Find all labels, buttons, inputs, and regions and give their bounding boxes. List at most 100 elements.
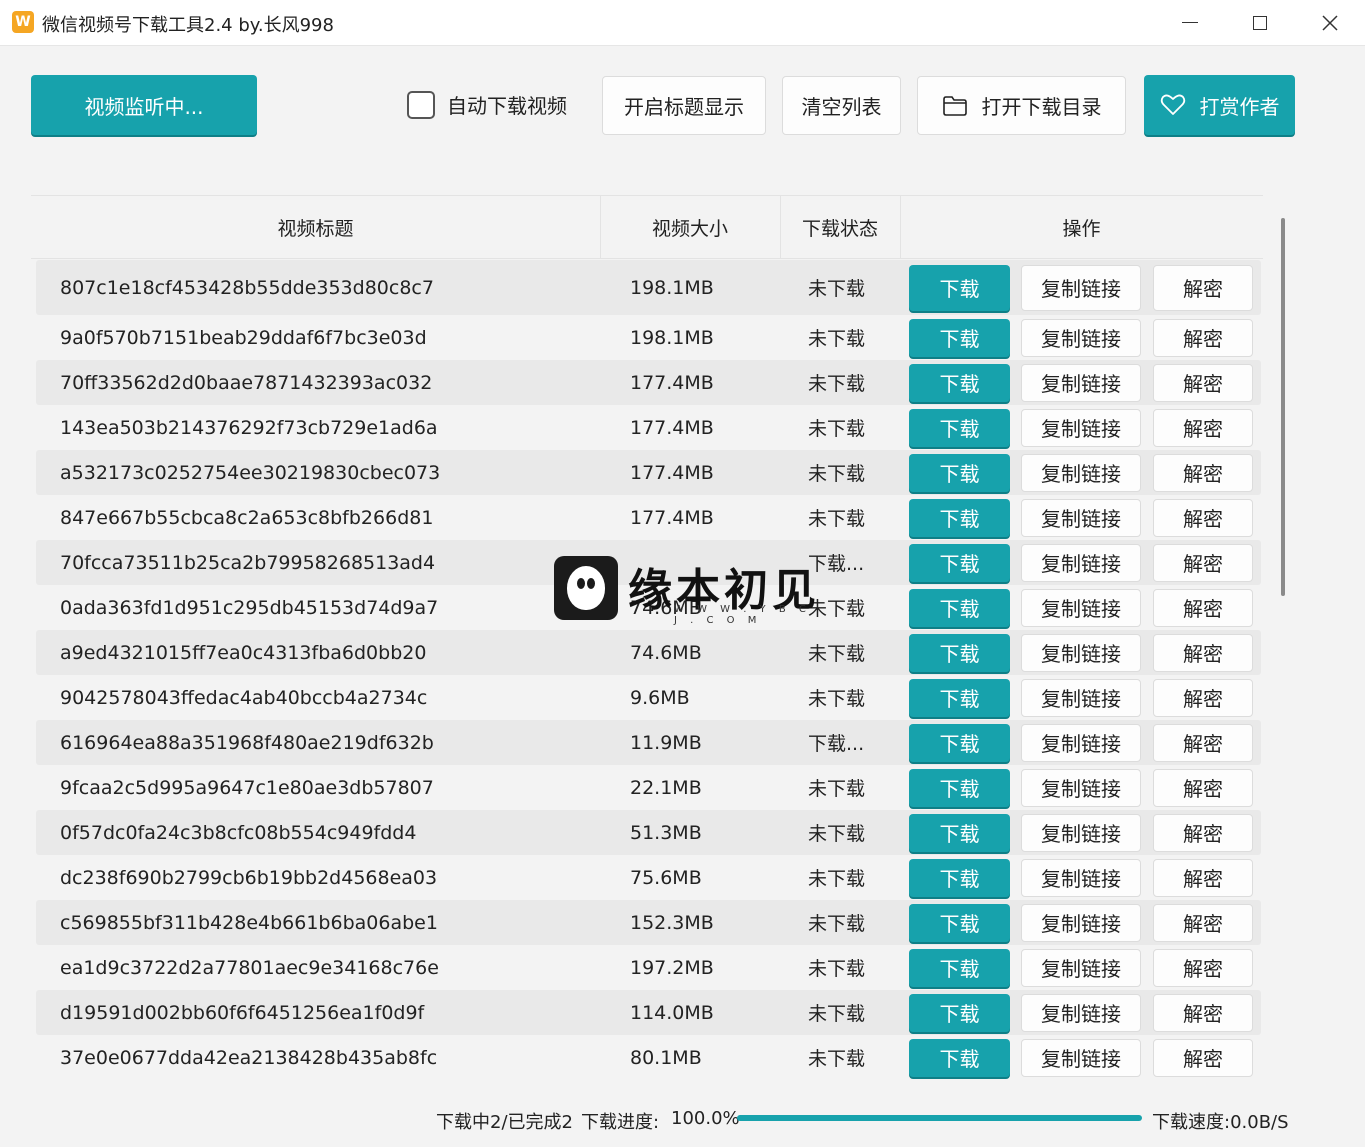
row-size: 114.0MB [630,1001,714,1024]
copy-link-button[interactable]: 复制链接 [1021,993,1141,1032]
download-button[interactable]: 下载 [909,264,1010,311]
download-button[interactable]: 下载 [909,408,1010,447]
copy-link-button[interactable]: 复制链接 [1021,1038,1141,1077]
decrypt-button[interactable]: 解密 [1153,543,1253,582]
download-button[interactable]: 下载 [909,993,1010,1032]
download-button[interactable]: 下载 [909,318,1010,357]
decrypt-button[interactable]: 解密 [1153,363,1253,402]
copy-link-button[interactable]: 复制链接 [1021,948,1141,987]
copy-link-button[interactable]: 复制链接 [1021,408,1141,447]
copy-link-button[interactable]: 复制链接 [1021,678,1141,717]
minimize-button[interactable] [1155,0,1225,45]
auto-download-checkbox[interactable] [407,90,435,119]
decrypt-button[interactable]: 解密 [1153,318,1253,357]
copy-link-button[interactable]: 复制链接 [1021,318,1141,357]
decrypt-button[interactable]: 解密 [1153,264,1253,311]
close-button[interactable] [1295,0,1365,45]
monitor-button[interactable]: 视频监听中... [31,75,257,135]
copy-link-button[interactable]: 复制链接 [1021,633,1141,672]
status-bar: 下载中2/已完成2 下载进度: 100.0% 下载速度:0.0B/S [0,1104,1365,1136]
table-row[interactable]: dc238f690b2799cb6b19bb2d4568ea03 75.6MB 未下… [36,855,1261,900]
decrypt-button[interactable]: 解密 [1153,858,1253,897]
decrypt-button[interactable]: 解密 [1153,498,1253,537]
row-size: 197.2MB [630,956,714,979]
copy-link-button[interactable]: 复制链接 [1021,813,1141,852]
download-button[interactable]: 下载 [909,678,1010,717]
vertical-scrollbar[interactable] [1281,218,1285,596]
decrypt-button[interactable]: 解密 [1153,993,1253,1032]
download-button[interactable]: 下载 [909,363,1010,402]
maximize-button[interactable] [1225,0,1295,45]
open-download-dir-button[interactable]: 打开下载目录 [917,76,1126,135]
copy-link-button[interactable]: 复制链接 [1021,768,1141,807]
row-status: 未下载 [808,278,866,300]
table-row[interactable]: 847e667b55cbca8c2a653c8bfb266d81 177.4MB 未… [36,495,1261,540]
download-button[interactable]: 下载 [909,903,1010,942]
row-status: 未下载 [808,373,866,395]
decrypt-button[interactable]: 解密 [1153,948,1253,987]
table-row[interactable]: 0f57dc0fa24c3b8cfc08b554c949fdd4 51.3MB 未下… [36,810,1261,855]
copy-link-button[interactable]: 复制链接 [1021,543,1141,582]
table-row[interactable]: ea1d9c3722d2a77801aec9e34168c76e 197.2MB 未… [36,945,1261,990]
row-status: 未下载 [808,463,866,485]
decrypt-button[interactable]: 解密 [1153,633,1253,672]
decrypt-button[interactable]: 解密 [1153,723,1253,762]
table-row[interactable]: 807c1e18cf453428b55dde353d80c8c7 198.1MB 未… [36,260,1261,315]
copy-link-button[interactable]: 复制链接 [1021,453,1141,492]
table-row[interactable]: c569855bf311b428e4b661b6ba06abe1 152.3MB 未… [36,900,1261,945]
table-row[interactable]: 9a0f570b7151beab29ddaf6f7bc3e03d 198.1MB 未… [36,315,1261,360]
decrypt-button[interactable]: 解密 [1153,1038,1253,1077]
copy-link-button[interactable]: 复制链接 [1021,498,1141,537]
table-row[interactable]: 70ff33562d2d0baae7871432393ac032 177.4MB 未… [36,360,1261,405]
table-row[interactable]: 616964ea88a351968f480ae219df632b 11.9MB 下载… [36,720,1261,765]
decrypt-button[interactable]: 解密 [1153,813,1253,852]
row-title: d19591d002bb60f6f6451256ea1f0d9f [60,1001,425,1024]
download-button[interactable]: 下载 [909,588,1010,627]
download-button[interactable]: 下载 [909,723,1010,762]
show-title-button[interactable]: 开启标题显示 [602,76,766,135]
download-button[interactable]: 下载 [909,1038,1010,1077]
heart-icon [1160,94,1185,115]
row-status: 未下载 [808,643,866,665]
download-button[interactable]: 下载 [909,948,1010,987]
decrypt-button[interactable]: 解密 [1153,453,1253,492]
decrypt-button[interactable]: 解密 [1153,768,1253,807]
table-row[interactable]: 9fcaa2c5d995a9647c1e80ae3db57807 22.1MB 未下… [36,765,1261,810]
auto-download-toggle[interactable]: 自动下载视频 [407,90,567,119]
copy-link-button[interactable]: 复制链接 [1021,264,1141,311]
decrypt-button[interactable]: 解密 [1153,903,1253,942]
table-row[interactable]: a532173c0252754ee30219830cbec073 177.4MB 未… [36,450,1261,495]
download-button[interactable]: 下载 [909,543,1010,582]
table-header: 视频标题 视频大小 下载状态 操作 [31,195,1263,259]
decrypt-button[interactable]: 解密 [1153,678,1253,717]
download-button[interactable]: 下载 [909,768,1010,807]
row-status: 未下载 [808,328,866,350]
download-button[interactable]: 下载 [909,813,1010,852]
copy-link-button[interactable]: 复制链接 [1021,588,1141,627]
header-title[interactable]: 视频标题 [31,196,601,258]
copy-link-button[interactable]: 复制链接 [1021,858,1141,897]
row-size: 80.1MB [630,1046,702,1069]
window-title: 微信视频号下载工具2.4 by.长风998 [42,15,334,36]
header-status[interactable]: 下载状态 [780,196,901,258]
copy-link-button[interactable]: 复制链接 [1021,903,1141,942]
download-button[interactable]: 下载 [909,498,1010,537]
download-button[interactable]: 下载 [909,633,1010,672]
reward-author-button[interactable]: 打赏作者 [1144,75,1295,135]
clear-list-button[interactable]: 清空列表 [782,76,901,135]
copy-link-button[interactable]: 复制链接 [1021,363,1141,402]
table-row[interactable]: d19591d002bb60f6f6451256ea1f0d9f 114.0MB 未… [36,990,1261,1035]
row-title: 70ff33562d2d0baae7871432393ac032 [60,371,433,394]
table-row[interactable]: 37e0e0677dda42ea2138428b435ab8fc 80.1MB 未下… [36,1035,1261,1080]
table-row[interactable]: 143ea503b214376292f73cb729e1ad6a 177.4MB 未… [36,405,1261,450]
decrypt-button[interactable]: 解密 [1153,408,1253,447]
decrypt-button[interactable]: 解密 [1153,588,1253,627]
header-size[interactable]: 视频大小 [600,196,781,258]
copy-link-button[interactable]: 复制链接 [1021,723,1141,762]
maximize-icon [1253,15,1267,30]
download-button[interactable]: 下载 [909,858,1010,897]
download-button[interactable]: 下载 [909,453,1010,492]
row-size: 177.4MB [630,416,714,439]
table-row[interactable]: 9042578043ffedac4ab40bccb4a2734c 9.6MB 未下载… [36,675,1261,720]
table-row[interactable]: a9ed4321015ff7ea0c4313fba6d0bb20 74.6MB 未下… [36,630,1261,675]
